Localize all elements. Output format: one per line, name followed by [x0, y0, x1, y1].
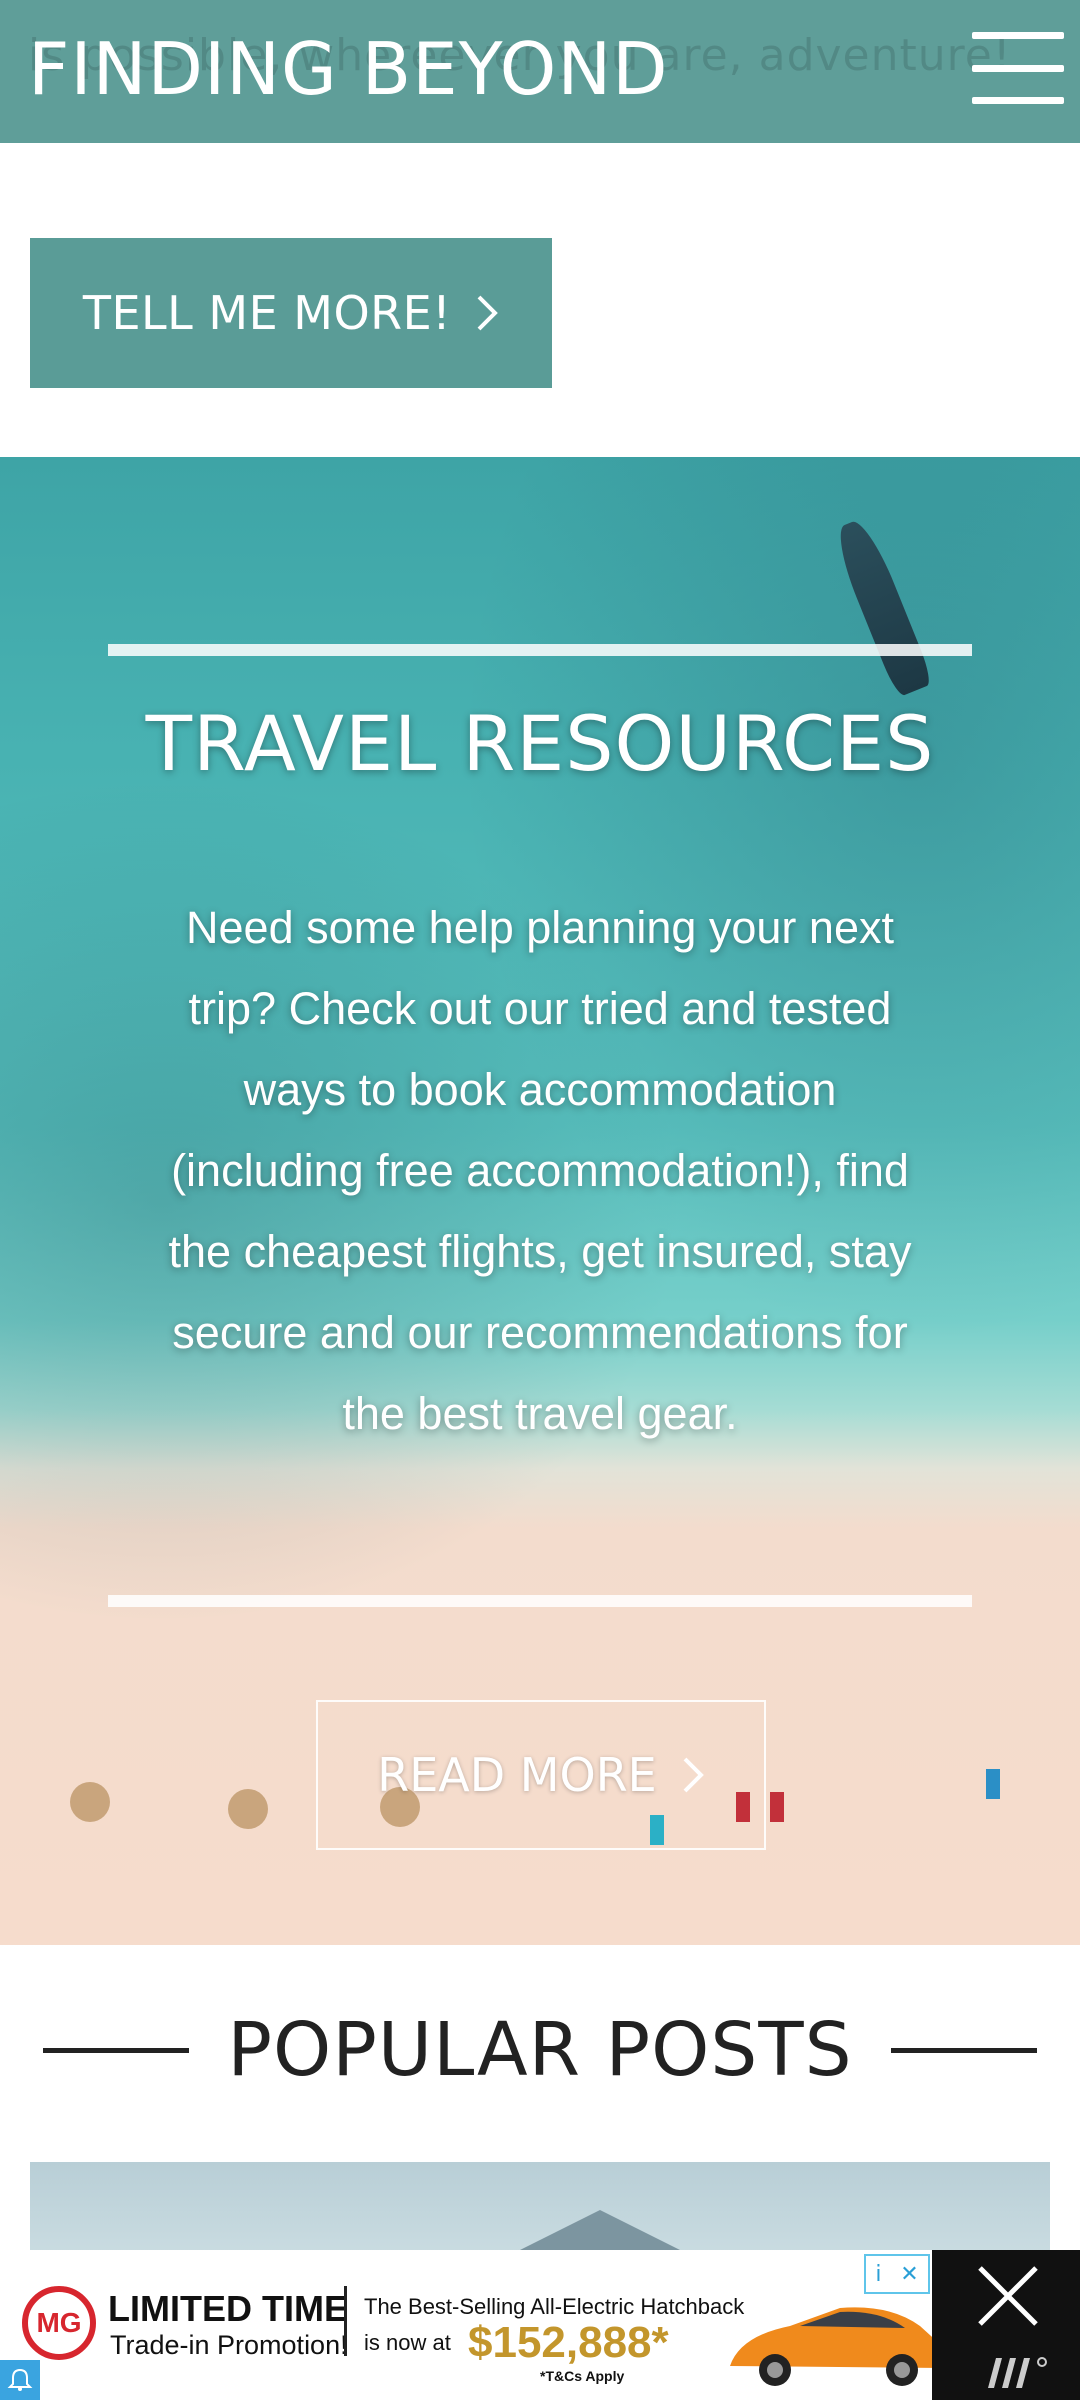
popular-posts-heading-row: POPULAR POSTS [0, 1995, 1080, 2105]
beach-umbrella [70, 1782, 110, 1822]
ad-banner[interactable]: MG LIMITED TIME Trade-in Promotion! The … [0, 2250, 1080, 2400]
menu-icon-bar [972, 64, 1064, 72]
hero-divider-top [108, 644, 972, 656]
tell-me-more-button[interactable]: TELL ME MORE! [30, 238, 552, 388]
notification-bell-icon[interactable] [0, 2360, 40, 2400]
read-more-button[interactable]: READ MORE [316, 1700, 766, 1850]
ad-description: The Best-Selling All-Electric Hatchback [364, 2294, 745, 2319]
adchoices-button[interactable]: i ✕ [864, 2254, 930, 2294]
chevron-right-icon [477, 295, 498, 331]
bell-icon [7, 2368, 33, 2391]
ad-subhead: Trade-in Promotion! [110, 2330, 348, 2360]
hero-title: TRAVEL RESOURCES [145, 699, 935, 788]
heading-rule-left [43, 2047, 190, 2053]
ad-terms: *T&Cs Apply [540, 2368, 625, 2384]
ad-network-logo-icon [988, 2357, 1047, 2388]
popular-post-thumbnail[interactable] [30, 2162, 1050, 2262]
travel-resources-section: TRAVEL RESOURCES Need some help planning… [0, 457, 1080, 1945]
menu-icon-bar [972, 32, 1064, 39]
site-header: is possible, whereever you are, adventur… [0, 0, 1080, 143]
popular-posts-heading: POPULAR POSTS [227, 2007, 853, 2093]
car-image [730, 2307, 944, 2386]
close-x-icon: ✕ [900, 2261, 919, 2287]
chevron-right-icon [683, 1757, 704, 1793]
mg-logo: MG [22, 2286, 96, 2360]
info-icon: i [875, 2261, 882, 2287]
menu-icon-bar [972, 97, 1064, 104]
beach-umbrella [228, 1789, 268, 1829]
site-logo[interactable]: FINDING BEYOND [28, 24, 669, 114]
ad-close-panel [932, 2250, 1080, 2400]
close-icon[interactable] [972, 2260, 1044, 2332]
hamburger-menu-button[interactable] [972, 32, 1064, 104]
heading-rule-right [890, 2047, 1037, 2053]
ad-headline: LIMITED TIME [108, 2288, 348, 2329]
ad-price: $152,888* [468, 2318, 669, 2367]
beach-towel [770, 1792, 784, 1822]
tell-me-more-label: TELL ME MORE! [82, 286, 452, 340]
hero-divider-bottom [108, 1595, 972, 1607]
hero-description: Need some help planning your next trip? … [168, 902, 912, 1439]
read-more-label: READ MORE [377, 1748, 657, 1802]
ad-divider [344, 2286, 347, 2356]
beach-towel [986, 1769, 1000, 1799]
ad-description-2: is now at [364, 2330, 451, 2355]
